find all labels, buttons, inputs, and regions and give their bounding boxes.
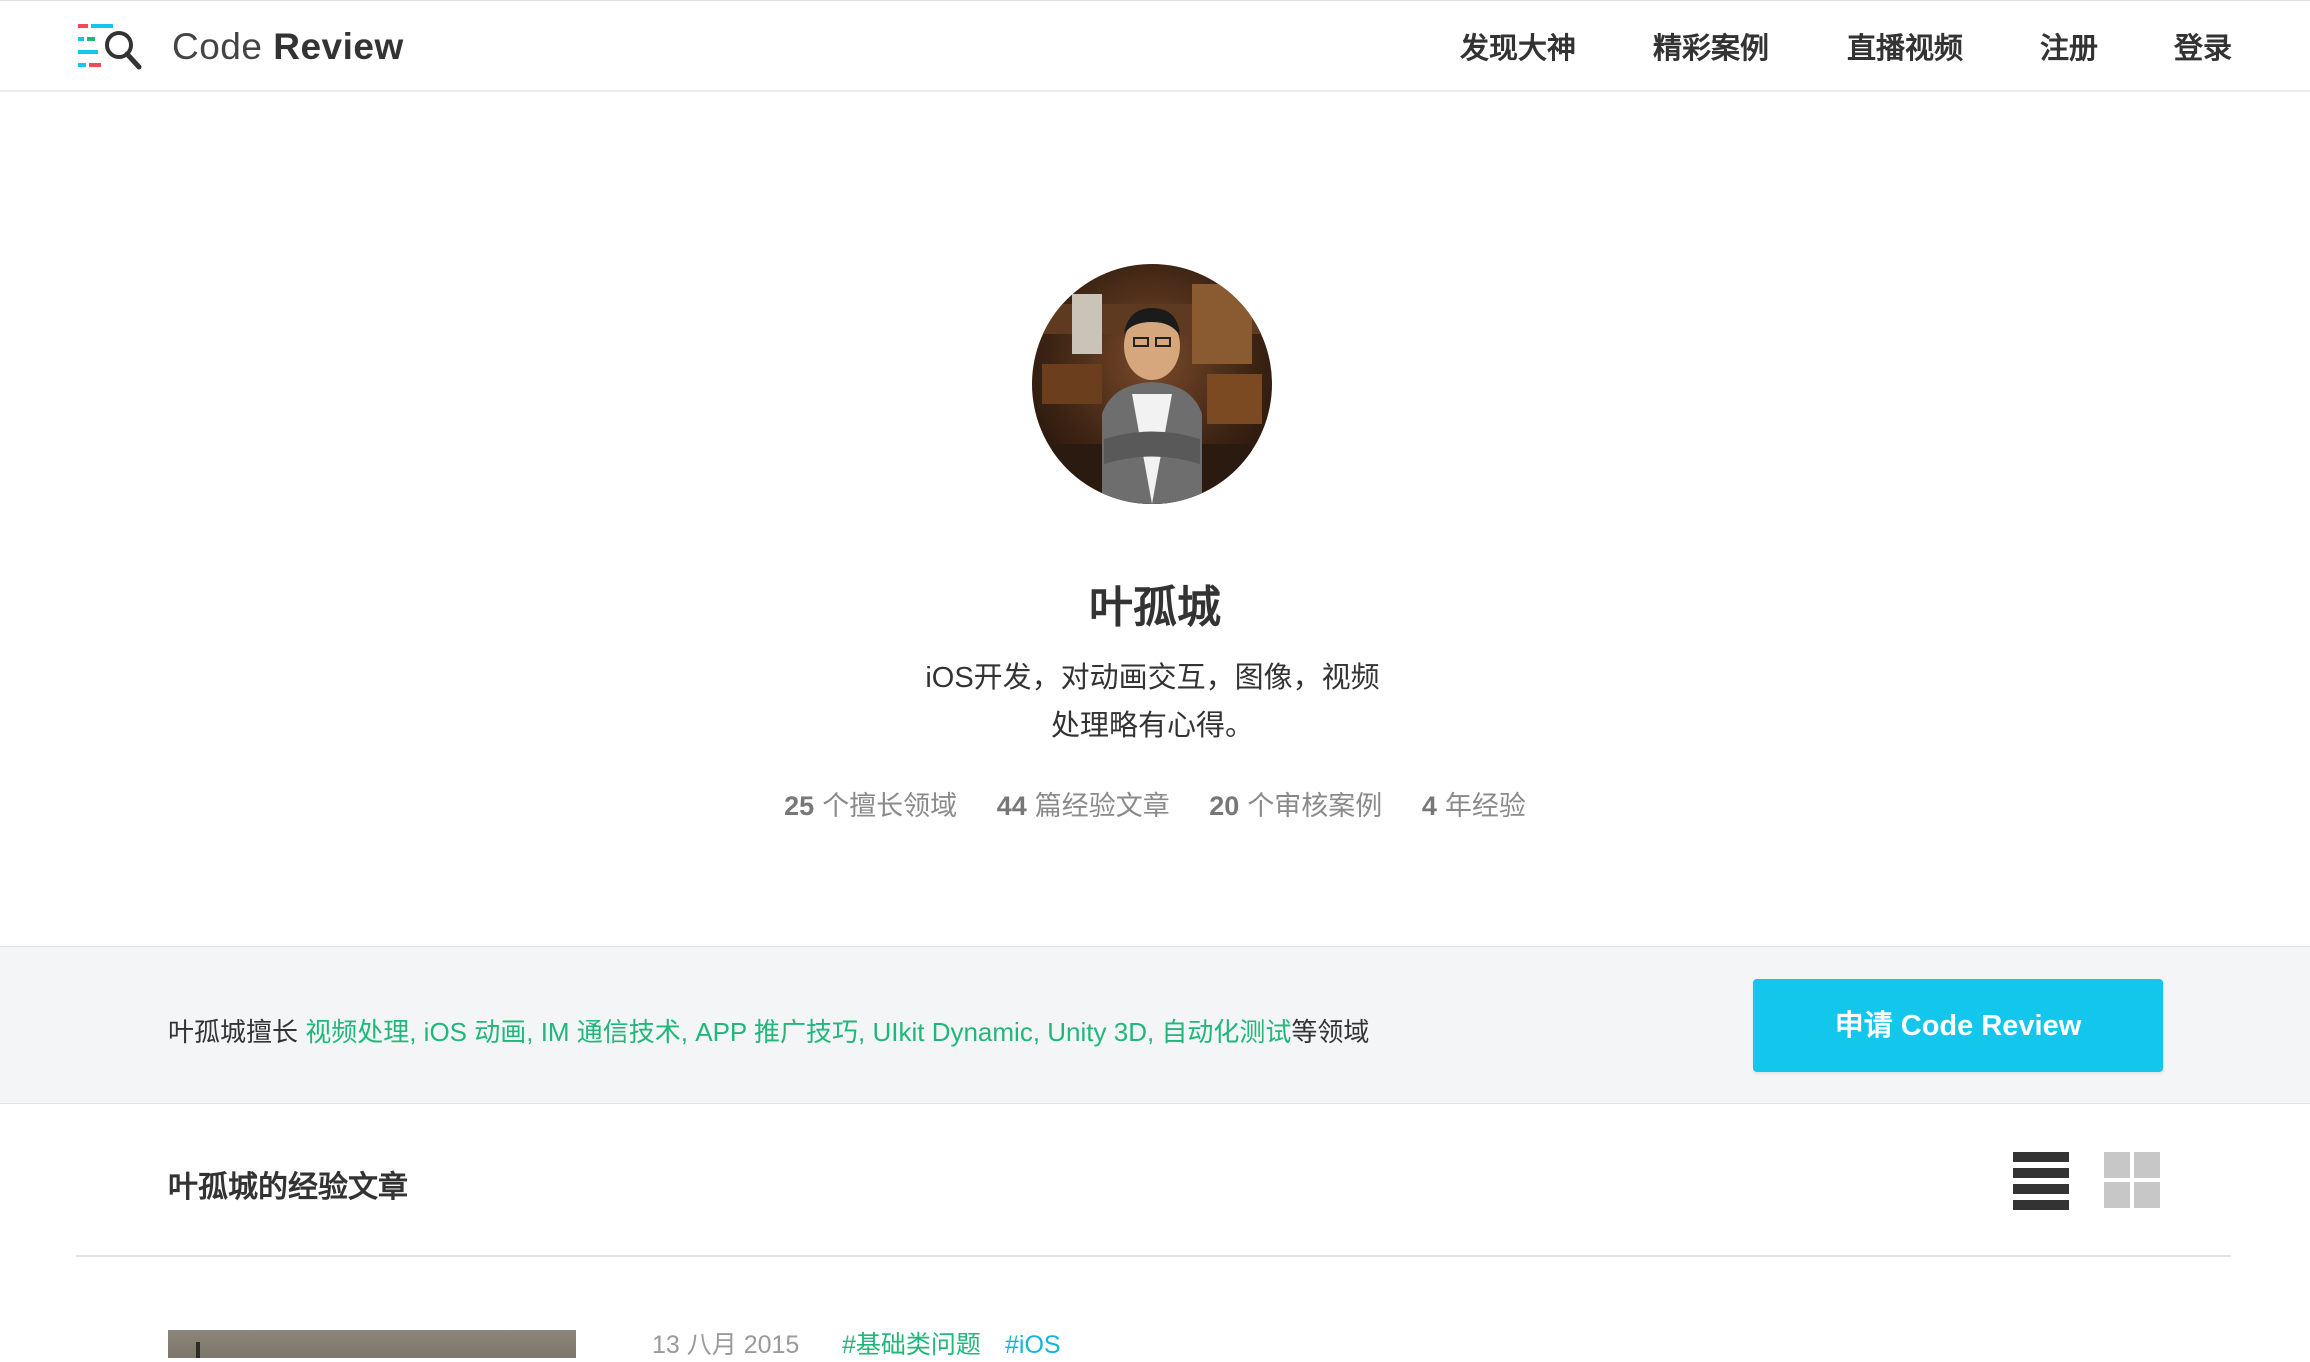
section-divider (76, 1255, 2231, 1257)
nav-register[interactable]: 注册 (2040, 27, 2098, 71)
avatar (1032, 264, 1272, 504)
apply-code-review-button[interactable]: 申请 Code Review (1753, 979, 2163, 1072)
nav-discover-experts[interactable]: 发现大神 (1460, 27, 1576, 71)
nav-featured-cases[interactable]: 精彩案例 (1653, 27, 1769, 71)
stat-number: 20 (1209, 791, 1240, 821)
brand-name[interactable]: Code Review (172, 21, 404, 73)
stat-number: 44 (996, 791, 1027, 821)
stat-label: 年经验 (1444, 791, 1526, 821)
profile-name: 叶孤城 (1089, 583, 1221, 632)
nav-login[interactable]: 登录 (2174, 27, 2232, 71)
article-tag[interactable]: #基础类问题 (842, 1328, 981, 1362)
nav-live-videos[interactable]: 直播视频 (1847, 27, 1963, 71)
articles-section-title: 叶孤城的经验文章 (168, 1171, 408, 1204)
stat-review-cases: 20 个审核案例 (1209, 786, 1382, 826)
stat-label: 篇经验文章 (1034, 791, 1170, 821)
top-navbar: Code Review 发现大神 精彩案例 直播视频 注册 登录 (0, 0, 2310, 92)
profile-bio: iOS开发，对动画交互，图像，视频 处理略有心得。 (880, 654, 1425, 750)
stat-number: 25 (784, 791, 815, 821)
profile-stats: 25 个擅长领域 44 篇经验文章 20 个审核案例 4 年经验 (0, 786, 2310, 826)
article-date: 13 八月 2015 (652, 1331, 800, 1359)
stat-label: 个审核案例 (1247, 791, 1383, 821)
skills-summary: 叶孤城擅长 视频处理, iOS 动画, IM 通信技术, APP 推广技巧, U… (168, 1012, 1369, 1052)
code-review-logo-icon[interactable] (76, 19, 146, 75)
stat-articles: 44 篇经验文章 (997, 786, 1170, 826)
skills-prefix: 叶孤城擅长 (168, 1017, 306, 1047)
brand-name-bold: Review (273, 26, 404, 67)
avatar-photo (1032, 264, 1272, 504)
skills-suffix: 等领域 (1291, 1017, 1370, 1047)
stat-label: 个擅长领域 (822, 791, 958, 821)
profile-bio-line-2: 处理略有心得。 (1050, 710, 1254, 742)
brand-name-light: Code (172, 26, 263, 67)
article-thumbnail[interactable] (168, 1330, 576, 1358)
grid-view-icon[interactable] (2102, 1150, 2162, 1210)
stat-skill-areas: 25 个擅长领域 (784, 786, 957, 826)
skills-list[interactable]: 视频处理, iOS 动画, IM 通信技术, APP 推广技巧, UIkit D… (305, 1017, 1291, 1047)
profile-bio-line-1: iOS开发，对动画交互，图像，视频 (925, 662, 1380, 694)
stat-years-experience: 4 年经验 (1422, 786, 1526, 826)
list-view-icon[interactable] (2011, 1150, 2071, 1210)
stat-number: 4 (1421, 791, 1437, 821)
article-tag[interactable]: #iOS (1005, 1328, 1061, 1362)
